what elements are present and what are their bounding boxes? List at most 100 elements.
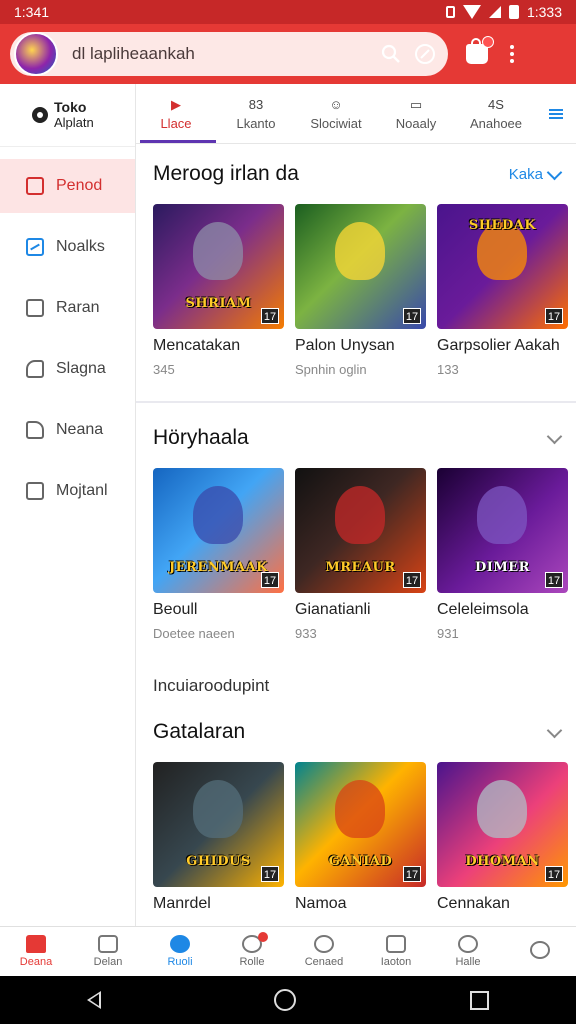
- game-card[interactable]: GANIAD 17 Namoa: [295, 762, 426, 913]
- section-title: Meroog irlan da: [153, 162, 299, 185]
- screen-icon: ▭: [409, 96, 423, 112]
- status-time-right: 1:333: [526, 4, 562, 20]
- folder-icon: [26, 421, 44, 439]
- brand-icon: [32, 107, 48, 123]
- bottom-nav-iaoton[interactable]: Iaoton: [360, 927, 432, 976]
- sidebar-item-neana[interactable]: Neana: [0, 403, 135, 457]
- bottom-nav-label: Halle: [455, 956, 481, 968]
- category-tabs: ▶ Llace 83 Lkanto ☺ Slociwiat ▭ Noaaly 4…: [136, 84, 576, 144]
- sidebar-item-label: Raran: [56, 299, 100, 316]
- bottom-nav-rolle[interactable]: Rolle: [216, 927, 288, 976]
- sidebar-item-mojtanl[interactable]: Mojtanl: [0, 464, 135, 518]
- section-divider: [136, 401, 576, 403]
- more-tabs-icon[interactable]: [536, 84, 576, 143]
- sidebar-item-raran[interactable]: Raran: [0, 281, 135, 335]
- game-card[interactable]: SHRIAM 17 Mencatakan 345: [153, 204, 284, 377]
- search-bar[interactable]: dl lapliheaankah: [10, 32, 448, 76]
- sidebar-item-noalks[interactable]: Noalks: [0, 220, 135, 274]
- chevron-down-icon[interactable]: [546, 428, 563, 444]
- card-subtitle: 931: [437, 626, 459, 641]
- card-subtitle: 345: [153, 362, 175, 377]
- shopping-bag-icon[interactable]: [466, 36, 494, 64]
- game-card[interactable]: DHOMAN 17 Cennakan: [437, 762, 568, 913]
- game-art-title: SHEDAK: [468, 218, 537, 233]
- bottom-nav-halle[interactable]: Halle: [432, 927, 504, 976]
- chevron-down-icon: [546, 164, 563, 180]
- sidebar-item-slagna[interactable]: Slagna: [0, 342, 135, 396]
- bottom-nav-cenaed[interactable]: Cenaed: [288, 927, 360, 976]
- card-subtitle: Doetee naeen: [153, 626, 235, 641]
- game-thumbnail: JERENMAAK 17: [153, 468, 284, 593]
- card-title: Beoull: [153, 601, 198, 618]
- age-rating-badge: 17: [403, 572, 421, 588]
- sidebar-item-label: Slagna: [56, 360, 106, 377]
- game-thumbnail: SHEDAK 17: [437, 204, 568, 329]
- bottom-nav-ruoli[interactable]: Ruoli: [144, 927, 216, 976]
- search-input[interactable]: dl lapliheaankah: [72, 44, 374, 64]
- system-navigation-bar: [0, 976, 576, 1024]
- game-card[interactable]: JERENMAAK 17 Beoull Doetee naeen: [153, 468, 284, 641]
- person-icon: ☺: [329, 96, 343, 112]
- bottom-nav-home[interactable]: Deana: [0, 927, 72, 976]
- store-icon: [386, 935, 406, 953]
- section-1: Meroog irlan da Kaka SHRIAM 17 Mencataka…: [136, 144, 576, 377]
- game-thumbnail: GHIDUS 17: [153, 762, 284, 887]
- tab-icon: 83: [248, 96, 264, 112]
- bottom-nav-label: Delan: [93, 956, 123, 968]
- battery-icon: [508, 5, 519, 19]
- back-icon[interactable]: [86, 991, 101, 1009]
- bottom-nav-delan[interactable]: Delan: [72, 927, 144, 976]
- card-title: Manrdel: [153, 895, 211, 912]
- chevron-down-icon[interactable]: [546, 722, 563, 738]
- compass-icon[interactable]: [408, 37, 442, 71]
- bottom-nav-profile[interactable]: [504, 927, 576, 976]
- status-icons: 1:333: [445, 4, 562, 20]
- status-bar: 1:341 1:333: [0, 0, 576, 24]
- more-options-icon[interactable]: [510, 45, 514, 63]
- game-card[interactable]: SHEDAK 17 Garpsolier Aakah 133: [437, 204, 568, 377]
- search-icon[interactable]: [374, 37, 408, 71]
- tab-slociwiat[interactable]: ☺ Slociwiat: [296, 84, 376, 143]
- age-rating-badge: 17: [261, 308, 279, 324]
- notification-icon: [445, 6, 455, 18]
- sidebar-item-label: Noalks: [56, 238, 105, 255]
- bottom-navigation: Deana Delan Ruoli Rolle Cenaed Iaoton Ha…: [0, 926, 576, 976]
- sidebar-brand[interactable]: Toko Alplatn: [0, 84, 135, 147]
- sidebar-item-penod[interactable]: Penod: [0, 159, 135, 213]
- see-more-link[interactable]: Kaka: [509, 164, 563, 183]
- tab-noaaly[interactable]: ▭ Noaaly: [376, 84, 456, 143]
- tab-llace[interactable]: ▶ Llace: [136, 84, 216, 143]
- sidebar-item-label: Penod: [56, 177, 103, 194]
- brand-line2: Alplatn: [54, 115, 94, 130]
- tab-lkanto[interactable]: 83 Lkanto: [216, 84, 296, 143]
- section-2: Höryhaala JERENMAAK 17 Beoull Doetee nae…: [136, 408, 576, 641]
- card-title: Namoa: [295, 895, 347, 912]
- card-title: Gianatianli: [295, 601, 371, 618]
- bottom-nav-label: Rolle: [239, 956, 265, 968]
- sidebar: Toko Alplatn Penod Noalks Raran Slagna N…: [0, 84, 136, 926]
- age-rating-badge: 17: [545, 572, 563, 588]
- card-subtitle: 133: [437, 362, 459, 377]
- game-card[interactable]: 17 Palon Unysan Spnhin oglin: [295, 204, 426, 377]
- sidebar-item-label: Neana: [56, 421, 104, 438]
- card-subtitle: 933: [295, 626, 317, 641]
- bottom-nav-label: Ruoli: [167, 956, 193, 968]
- status-time: 1:341: [14, 4, 50, 20]
- profile-icon: [530, 941, 550, 959]
- section-3: Gatalaran GHIDUS 17 Manrdel GANIAD 17 Na…: [136, 702, 576, 913]
- game-thumbnail: GANIAD 17: [295, 762, 426, 887]
- tab-icon: 4S: [488, 96, 504, 112]
- tab-anahoee[interactable]: 4S Anahoee: [456, 84, 536, 143]
- section-title: Höryhaala: [153, 426, 249, 449]
- game-card[interactable]: MREAUR 17 Gianatianli 933: [295, 468, 426, 641]
- game-card[interactable]: GHIDUS 17 Manrdel: [153, 762, 284, 913]
- section-title: Gatalaran: [153, 720, 246, 743]
- game-thumbnail: DIMER 17: [437, 468, 568, 593]
- game-card[interactable]: DIMER 17 Celeleimsola 931: [437, 468, 568, 641]
- recent-apps-icon[interactable]: [470, 990, 490, 1010]
- age-rating-badge: 17: [545, 308, 563, 324]
- card-subtitle: Spnhin oglin: [295, 362, 367, 377]
- app-logo-icon[interactable]: [14, 32, 58, 76]
- card-title: Cennakan: [437, 895, 510, 912]
- home-circle-icon[interactable]: [274, 989, 297, 1011]
